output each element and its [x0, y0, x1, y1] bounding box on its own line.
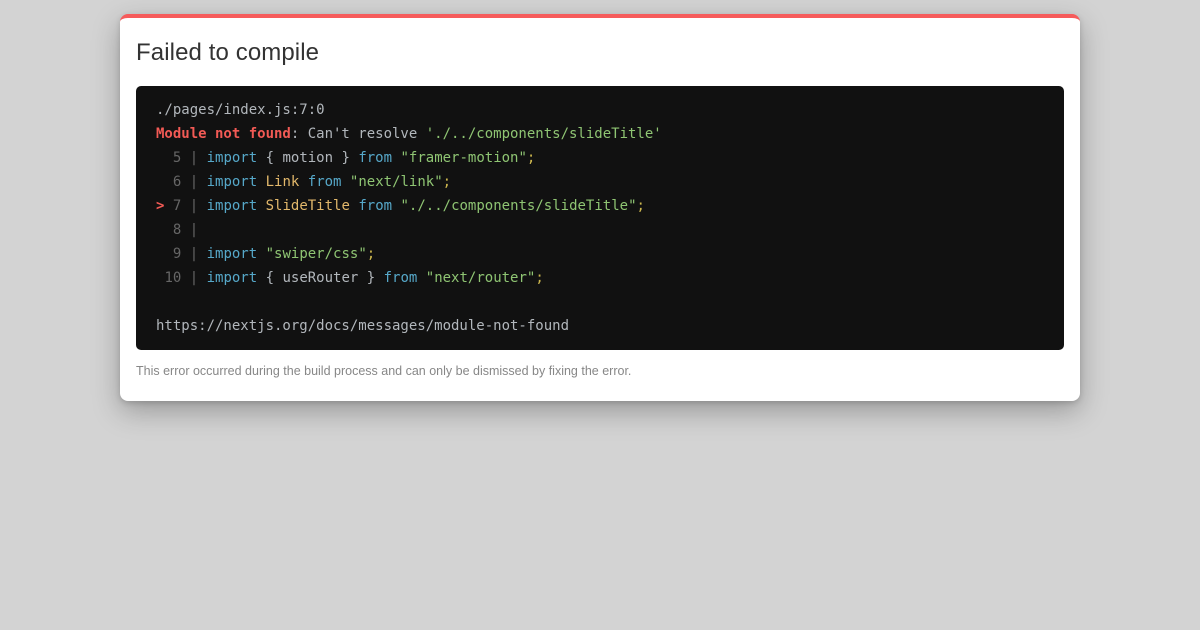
code-line: 10 | import { useRouter } from "next/rou…: [156, 266, 1044, 290]
code-token-id: Link: [265, 174, 300, 190]
code-token-kw: from: [383, 270, 418, 286]
dialog-title: Failed to compile: [136, 39, 320, 66]
code-token-str: "swiper/css": [265, 246, 367, 262]
error-file-location: ./pages/index.js:7:0: [156, 98, 1044, 122]
page-background: { "palette": { "page_bg": "#d3d3d3", "ac…: [0, 0, 1200, 630]
code-frame-lines: 5 | import { motion } from "framer-motio…: [156, 146, 1044, 290]
line-number-gutter: 5 |: [164, 150, 207, 166]
line-number-gutter: 6 |: [164, 174, 207, 190]
line-number-gutter: 9 |: [164, 246, 207, 262]
footer-note: This error occurred during the build pro…: [136, 364, 632, 378]
code-line: 6 | import Link from "next/link";: [156, 170, 1044, 194]
code-token-kw: import: [206, 246, 258, 262]
error-message-line: Module not found: Can't resolve './../co…: [156, 122, 1044, 146]
code-token-punct: ;: [366, 246, 376, 262]
code-token-kw: import: [206, 174, 258, 190]
code-token-punct: ;: [535, 270, 544, 286]
code-token-plain: { motion }: [257, 150, 359, 166]
error-label: Module not found: [156, 126, 291, 142]
code-line: > 7 | import SlideTitle from "./../compo…: [156, 194, 1044, 218]
line-number-gutter: 7 |: [164, 198, 207, 214]
build-error-dialog: Failed to compile ./pages/index.js:7:0 M…: [120, 14, 1080, 401]
line-number-gutter: 8 |: [164, 222, 207, 238]
code-token-kw: import: [206, 150, 258, 166]
code-token-punct: ;: [526, 150, 536, 166]
code-line: 8 |: [156, 218, 1044, 242]
code-token-punct: ;: [442, 174, 452, 190]
code-token-str: "next/router": [425, 270, 536, 286]
error-message-text: : Can't resolve: [290, 126, 426, 142]
code-token-kw: import: [206, 270, 258, 286]
code-token-id: SlideTitle: [265, 198, 350, 214]
code-token-punct: ;: [636, 198, 645, 214]
code-token-str: "./../components/slideTitle": [400, 198, 637, 214]
docs-link: https://nextjs.org/docs/messages/module-…: [156, 318, 570, 334]
code-token-kw: from: [358, 150, 393, 166]
code-token-kw: from: [358, 198, 393, 214]
code-token-kw: from: [307, 174, 342, 190]
terminal-code-frame: ./pages/index.js:7:0 Module not found: C…: [136, 86, 1064, 350]
code-line: 5 | import { motion } from "framer-motio…: [156, 146, 1044, 170]
error-module-path: './../components/slideTitle': [425, 126, 662, 142]
code-token-str: "next/link": [349, 174, 443, 190]
code-token-kw: import: [206, 198, 258, 214]
code-token-str: "framer-motion": [400, 150, 527, 166]
line-number-gutter: 10 |: [164, 270, 207, 286]
code-line: 9 | import "swiper/css";: [156, 242, 1044, 266]
file-location-text: ./pages/index.js:7:0: [156, 102, 325, 118]
code-token-plain: { useRouter }: [257, 270, 384, 286]
